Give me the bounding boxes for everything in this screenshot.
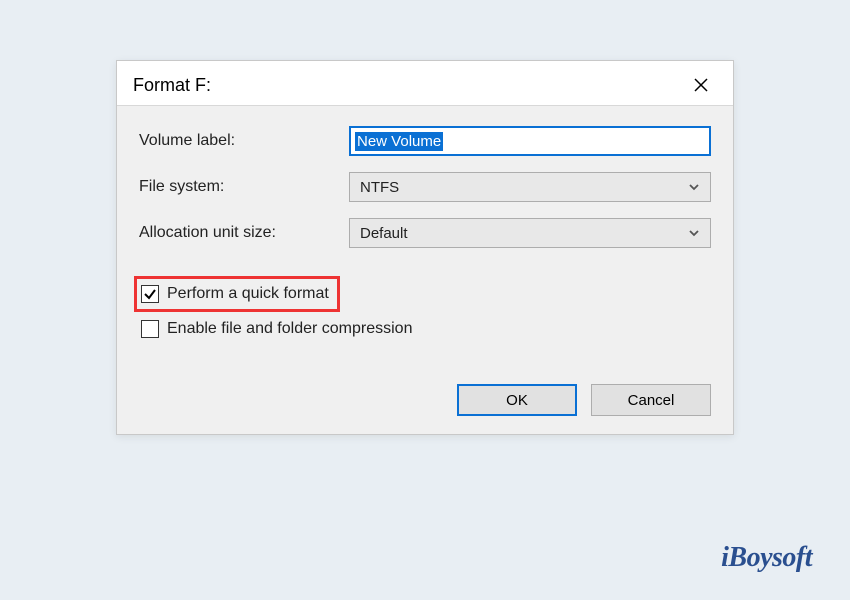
- ok-button[interactable]: OK: [457, 384, 577, 416]
- compression-checkbox[interactable]: [141, 320, 159, 338]
- close-button[interactable]: [683, 71, 719, 99]
- volume-label-value: New Volume: [355, 132, 443, 151]
- volume-label-label: Volume label:: [139, 132, 349, 150]
- close-icon: [694, 78, 708, 92]
- button-row: OK Cancel: [139, 384, 711, 416]
- quick-format-label: Perform a quick format: [167, 285, 329, 303]
- chevron-down-icon: [688, 227, 700, 239]
- row-file-system: File system: NTFS: [139, 172, 711, 202]
- checkmark-icon: [143, 287, 157, 301]
- file-system-label: File system:: [139, 178, 349, 196]
- row-volume-label: Volume label: New Volume: [139, 126, 711, 156]
- file-system-select[interactable]: NTFS: [349, 172, 711, 202]
- format-dialog: Format F: Volume label: New Volume File …: [116, 60, 734, 435]
- allocation-value: Default: [360, 225, 408, 242]
- quick-format-checkbox[interactable]: [141, 285, 159, 303]
- checkbox-row-quick-format[interactable]: Perform a quick format: [139, 281, 331, 307]
- ok-button-label: OK: [506, 392, 528, 409]
- dialog-body: Volume label: New Volume File system: NT…: [117, 105, 733, 434]
- allocation-select[interactable]: Default: [349, 218, 711, 248]
- dialog-title: Format F:: [133, 75, 211, 96]
- file-system-value: NTFS: [360, 179, 399, 196]
- watermark-logo: iBoysoft: [721, 542, 812, 574]
- compression-label: Enable file and folder compression: [167, 320, 412, 338]
- chevron-down-icon: [688, 181, 700, 193]
- checkbox-row-compression[interactable]: Enable file and folder compression: [139, 316, 711, 342]
- row-allocation: Allocation unit size: Default: [139, 218, 711, 248]
- cancel-button[interactable]: Cancel: [591, 384, 711, 416]
- allocation-label: Allocation unit size:: [139, 224, 349, 242]
- titlebar: Format F:: [117, 61, 733, 105]
- volume-label-input[interactable]: New Volume: [349, 126, 711, 156]
- highlight-quick-format: Perform a quick format: [134, 276, 340, 312]
- cancel-button-label: Cancel: [628, 392, 675, 409]
- checkbox-group: Perform a quick format Enable file and f…: [139, 276, 711, 342]
